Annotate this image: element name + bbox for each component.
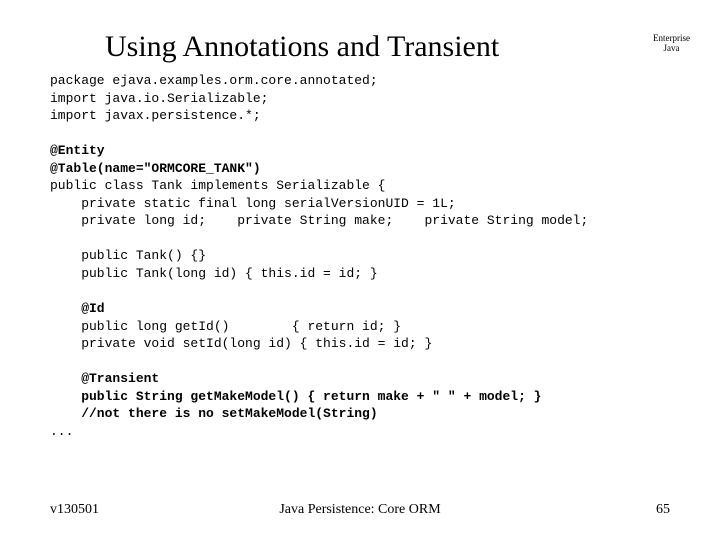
code-line: private long id; private String make; pr… <box>50 213 588 228</box>
code-line: public String getMakeModel() { return ma… <box>50 389 541 404</box>
code-block: package ejava.examples.orm.core.annotate… <box>50 72 670 440</box>
code-line: @Table(name="ORMCORE_TANK") <box>50 161 261 176</box>
code-line: private void setId(long id) { this.id = … <box>50 336 432 351</box>
footer: Java Persistence: Core ORM v130501 65 <box>50 502 670 518</box>
code-line: import java.io.Serializable; <box>50 91 268 106</box>
code-line: ... <box>50 424 73 439</box>
code-line: import javax.persistence.*; <box>50 108 261 123</box>
slide-title: Using Annotations and Transient <box>105 30 499 64</box>
code-line: public Tank() {} <box>50 248 206 263</box>
code-line: //not there is no setMakeModel(String) <box>50 406 378 421</box>
code-line: @Transient <box>50 371 159 386</box>
code-line: public long getId() { return id; } <box>50 319 401 334</box>
code-line: public class Tank implements Serializabl… <box>50 178 385 193</box>
header-row: Using Annotations and Transient Enterpri… <box>50 30 670 64</box>
footer-center: Java Persistence: Core ORM <box>50 502 670 518</box>
code-line: package ejava.examples.orm.core.annotate… <box>50 73 378 88</box>
code-line: @Entity <box>50 143 105 158</box>
corner-label: Enterprise Java <box>653 34 690 54</box>
code-line: private static final long serialVersionU… <box>50 196 456 211</box>
code-line: @Id <box>50 301 105 316</box>
slide: Using Annotations and Transient Enterpri… <box>0 0 720 540</box>
corner-line2: Java <box>653 44 690 54</box>
code-line: public Tank(long id) { this.id = id; } <box>50 266 378 281</box>
